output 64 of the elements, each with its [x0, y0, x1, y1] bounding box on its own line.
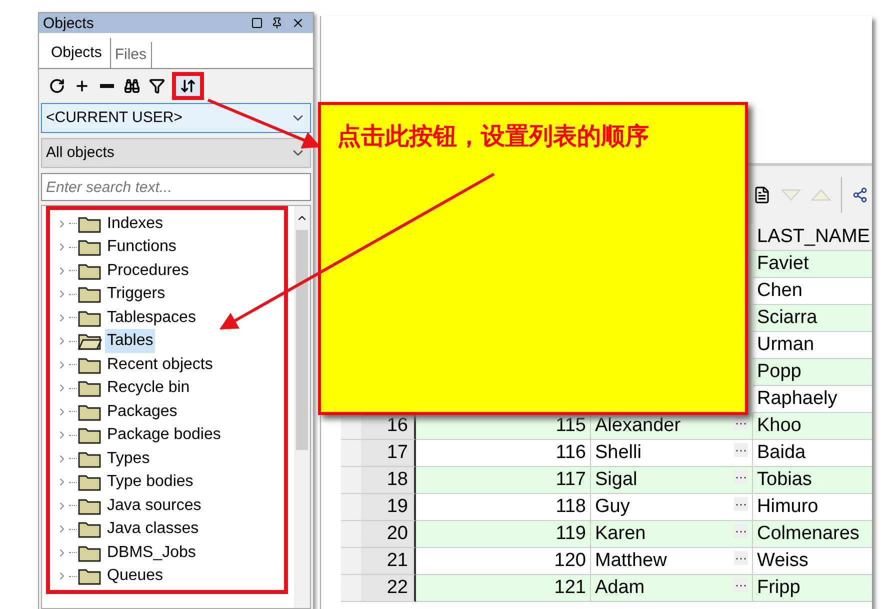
table-cell: Raphaely	[753, 386, 872, 413]
object-type-dropdown[interactable]: All objects	[41, 138, 311, 168]
tree-item[interactable]: Java sources	[105, 494, 204, 518]
tree-item[interactable]: Package bodies	[105, 423, 223, 448]
column-header[interactable]: LAST_NAME	[753, 224, 872, 251]
ellipsis-button[interactable]: ···	[734, 578, 748, 592]
ellipsis-button[interactable]: ···	[734, 524, 748, 538]
row-number: 17	[361, 440, 416, 467]
tree-item[interactable]: Tables	[105, 329, 156, 354]
search-field[interactable]: Enter search text...	[41, 173, 311, 201]
table-cell: Tobias	[753, 467, 872, 494]
tree-item[interactable]: DBMS_Jobs	[105, 540, 198, 565]
tree-item[interactable]: Recent objects	[105, 352, 215, 377]
table-cell: Weiss	[753, 548, 872, 575]
row-number: 18	[361, 467, 416, 494]
tree-item[interactable]: Types	[105, 446, 152, 471]
row-number: 21	[361, 548, 416, 575]
table-cell: Baida	[753, 440, 872, 467]
row-number: 19	[361, 494, 416, 521]
table-cell-text: Guy	[595, 495, 630, 519]
table-cell: Fripp	[753, 575, 872, 602]
ellipsis-button[interactable]: ···	[734, 497, 748, 511]
ellipsis-button[interactable]: ···	[734, 551, 748, 565]
table-cell: Himuro	[753, 494, 872, 521]
row-number: 22	[361, 575, 416, 602]
ellipsis-button[interactable]: ···	[734, 470, 748, 484]
tree-item[interactable]: Triggers	[105, 282, 168, 306]
tree-item[interactable]: Recycle bin	[105, 376, 192, 400]
table-cell: Khoo	[753, 413, 872, 440]
tree-item[interactable]: Queues	[105, 564, 166, 588]
table-cell: 120	[416, 548, 591, 575]
table-cell: 119	[416, 521, 591, 548]
table-cell: 118	[416, 494, 591, 521]
tree-item[interactable]: Procedures	[105, 258, 191, 283]
row-number: 16	[361, 413, 416, 440]
table-cell: Colmenares	[753, 521, 872, 548]
callout-text: 点击此按钮，设置列表的顺序	[337, 122, 649, 152]
user-dropdown[interactable]: <CURRENT USER>	[41, 103, 311, 133]
tree-item[interactable]: Java classes	[105, 517, 201, 542]
tree-item[interactable]: Type bodies	[105, 470, 196, 494]
tree-item[interactable]: Tablespaces	[105, 306, 198, 330]
table-cell: Sciarra	[753, 305, 872, 332]
table-cell: 117	[416, 467, 591, 494]
ellipsis-button[interactable]: ···	[734, 443, 748, 457]
tree-item[interactable]: Packages	[105, 400, 180, 424]
ellipsis-button[interactable]: ···	[734, 416, 748, 430]
table-cell: 116	[416, 440, 591, 467]
table-cell: 115	[416, 413, 591, 440]
table-cell: Faviet	[753, 251, 872, 278]
tree-item[interactable]: Functions	[105, 235, 178, 260]
table-cell: Urman	[753, 332, 872, 359]
table-cell-text: Karen	[595, 522, 646, 546]
table-cell-text: Sigal	[595, 468, 638, 492]
row-number: 20	[361, 521, 416, 548]
table-cell-text: Shelli	[595, 441, 642, 465]
table-cell: 121	[416, 575, 591, 602]
tree-item[interactable]: Indexes	[105, 212, 166, 236]
panel-tab[interactable]: Files	[110, 42, 152, 68]
table-cell-text: Adam	[595, 576, 645, 600]
table-cell: Popp	[753, 359, 872, 386]
panel-title: Objects	[43, 16, 95, 30]
table-cell: Chen	[753, 278, 872, 305]
table-cell-text: Matthew	[595, 549, 667, 573]
table-cell-text: Alexander	[595, 414, 681, 438]
